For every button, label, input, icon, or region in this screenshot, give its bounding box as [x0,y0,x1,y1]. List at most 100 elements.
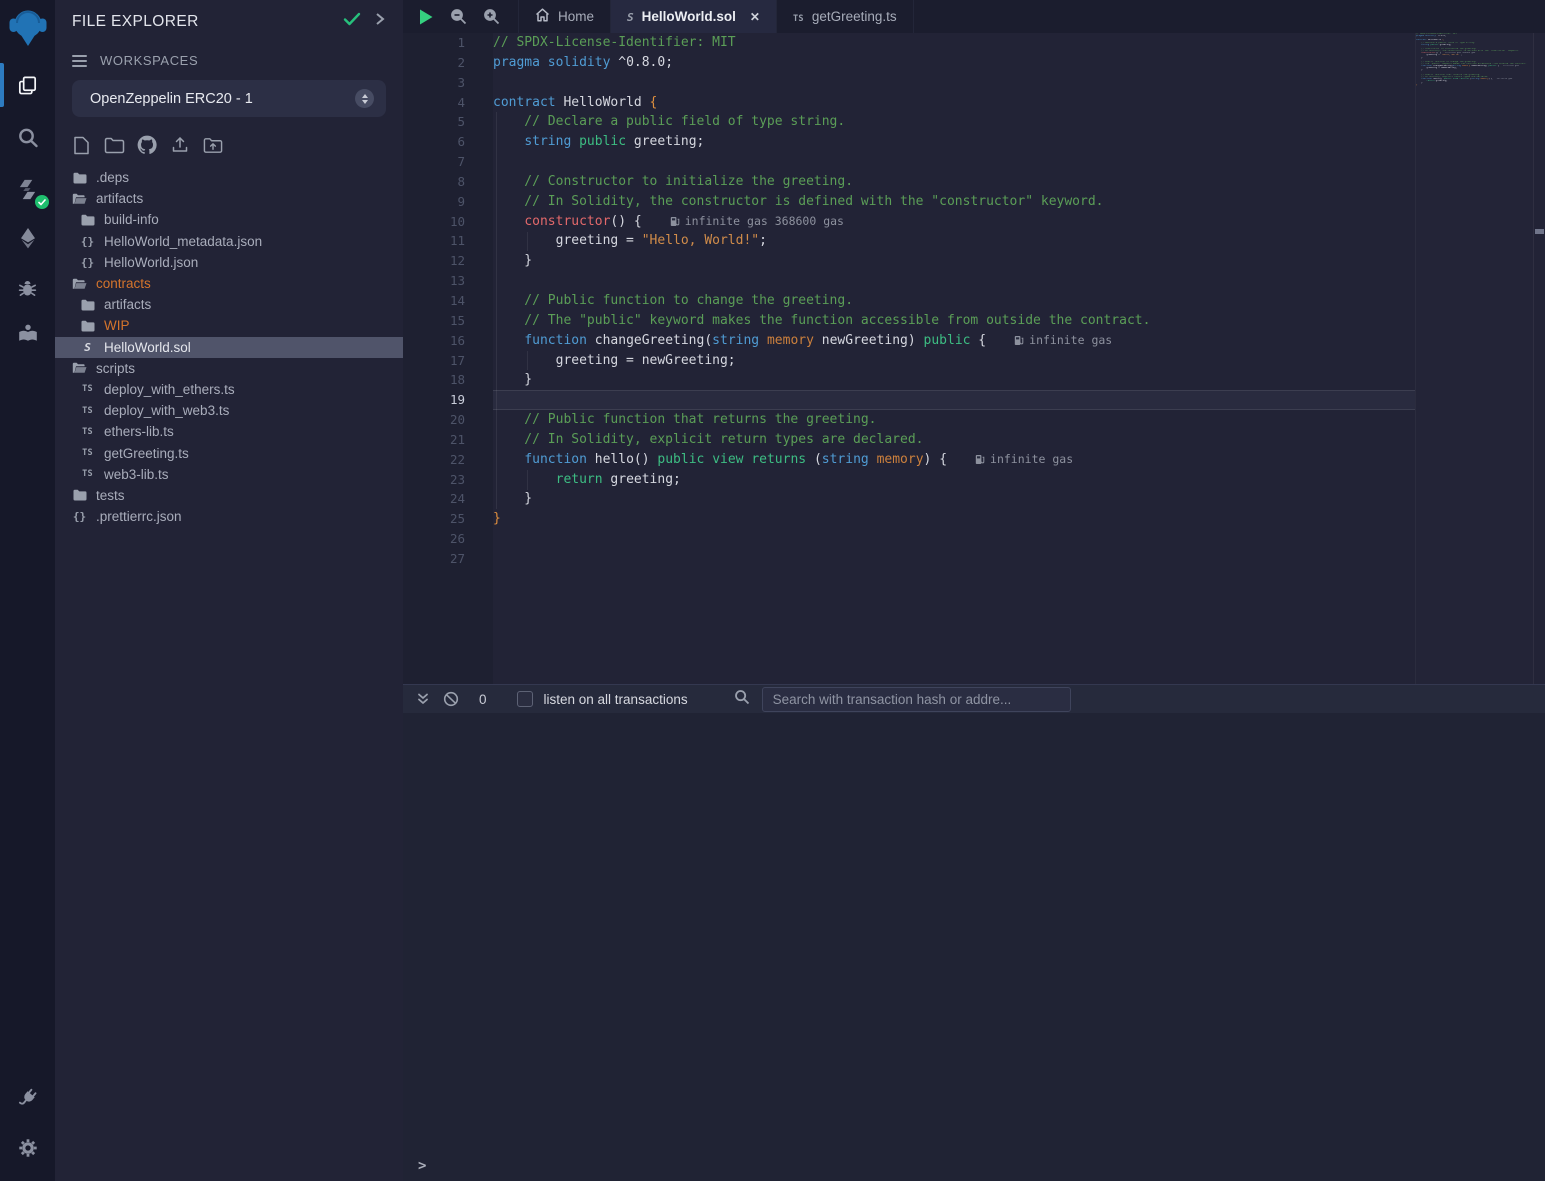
line-number: 22 [403,450,493,470]
editor-scrollbar[interactable] [1533,33,1545,684]
code-line-2: pragma solidity ^0.8.0; [493,53,1415,73]
tree-item-label: deploy_with_web3.ts [104,403,229,418]
indent-guide [527,232,528,252]
code-area[interactable]: // SPDX-License-Identifier: MITpragma so… [493,33,1415,684]
accept-check-icon[interactable] [343,12,361,31]
new-file-icon[interactable] [69,134,93,156]
terminal-body[interactable]: > [403,713,1545,1180]
code-line-24: } [493,489,1415,509]
search-icon[interactable] [0,119,55,157]
workspaces-row: WORKSPACES [55,53,403,68]
expand-terminal-icon[interactable] [409,692,437,706]
code-line-1: // SPDX-License-Identifier: MIT [493,33,1415,53]
tree-item-tests[interactable]: tests [55,485,403,506]
line-number: 10 [403,212,493,232]
remix-logo[interactable] [0,5,55,49]
plugin-manager-icon[interactable] [0,1079,55,1117]
debugger-icon[interactable] [0,268,55,306]
editor-gutter[interactable]: 1234567891011121314151617181920212223242… [403,33,493,684]
close-tab-icon[interactable]: ✕ [750,10,760,24]
tree-item-web3-lib-ts[interactable]: TS web3-lib.ts [55,464,403,485]
tree-item-helloworld-metadata-json[interactable]: {}HelloWorld_metadata.json [55,231,403,252]
run-script-icon[interactable] [409,0,442,33]
terminal-search-input[interactable] [762,687,1071,712]
tree-item-label: deploy_with_ethers.ts [104,382,235,397]
workspaces-menu-icon[interactable] [72,55,87,67]
code-line-21: // In Solidity, explicit return types ar… [493,430,1415,450]
tree-item-label: .prettierrc.json [96,509,182,524]
solidity-compiler-icon[interactable] [0,170,55,208]
code-line-5: // Declare a public field of type string… [493,112,1415,132]
ts-icon: TS [80,469,95,479]
folder-icon [80,320,95,332]
compiled-check-badge [35,195,49,209]
tab-helloworld-sol[interactable]: SHelloWorld.sol✕ [611,0,777,33]
tree-item-artifacts[interactable]: artifacts [55,188,403,209]
code-line-6: string public greeting; [493,132,1415,152]
code-editor[interactable]: 1234567891011121314151617181920212223242… [403,33,1545,684]
upload-file-icon[interactable] [168,134,192,156]
file-explorer-icon[interactable] [0,66,55,104]
tree-item-contracts[interactable]: contracts [55,273,403,294]
tree-item-getgreeting-ts[interactable]: TSgetGreeting.ts [55,442,403,463]
code-line-9: // In Solidity, the constructor is defin… [493,192,1415,212]
tree-item-ethers-lib-ts[interactable]: TSethers-lib.ts [55,421,403,442]
code-line-3 [493,73,1415,93]
workspace-select[interactable]: OpenZeppelin ERC20 - 1 [72,80,386,117]
deploy-and-run-icon[interactable] [0,219,55,257]
clear-console-icon[interactable] [437,691,465,707]
chevron-right-icon[interactable] [375,12,385,31]
tab-getgreeting-ts[interactable]: TSgetGreeting.ts [777,0,914,33]
terminal-prompt[interactable]: > [418,1158,426,1174]
line-number: 19 [403,390,493,410]
code-line-18: } [493,370,1415,390]
solidity-unit-testing-icon[interactable] [0,315,55,353]
line-number: 20 [403,410,493,430]
listen-transactions-label: listen on all transactions [544,692,688,707]
code-line-25: } [493,509,1415,529]
line-number: 1 [403,33,493,53]
code-line-23: return greeting; [493,470,1415,490]
line-number: 7 [403,152,493,172]
settings-icon[interactable] [0,1129,55,1167]
activity-bar [0,0,55,1181]
tree-item-deploy-with-ethers-ts[interactable]: TS deploy_with_ethers.ts [55,379,403,400]
line-number: 15 [403,311,493,331]
minimap[interactable]: // SPDX-License-Identifier: MITpragma so… [1415,33,1533,684]
tree-item-label: web3-lib.ts [104,467,169,482]
terminal-bar: 0 listen on all transactions [403,684,1545,713]
tree-item-artifacts[interactable]: artifacts [55,294,403,315]
new-folder-icon[interactable] [102,134,126,156]
scrollbar-handle[interactable] [1535,229,1544,234]
tree-item-helloworld-json[interactable]: {}HelloWorld.json [55,252,403,273]
tree-item-label: .deps [96,170,129,185]
code-line-20: // Public function that returns the gree… [493,410,1415,430]
tree-item-build-info[interactable]: build-info [55,209,403,230]
code-line-26 [493,529,1415,549]
line-number: 5 [403,112,493,132]
upload-folder-icon[interactable] [201,134,225,156]
folder-icon [72,172,87,184]
tree-item-deploy-with-web3-ts[interactable]: TSdeploy_with_web3.ts [55,400,403,421]
tab-home[interactable]: Home [518,0,611,33]
tree-item-label: HelloWorld.json [104,255,198,270]
listen-transactions-checkbox[interactable] [517,691,533,707]
tree-item-helloworld-sol[interactable]: SHelloWorld.sol [55,337,403,358]
line-number: 13 [403,271,493,291]
tree-item--prettierrc-json[interactable]: {}.prettierrc.json [55,506,403,527]
github-clone-icon[interactable] [135,134,159,156]
file-explorer-panel: FILE EXPLORER WORKSPACES OpenZeppelin ER… [55,0,403,1181]
zoom-out-icon[interactable] [442,0,475,33]
folder-icon [80,214,95,226]
zoom-in-icon[interactable] [475,0,508,33]
ts-icon: TS [80,384,95,394]
code-line-27 [493,549,1415,569]
line-number: 4 [403,93,493,113]
indent-guide [496,112,497,509]
tree-item--deps[interactable]: .deps [55,167,403,188]
line-number: 25 [403,509,493,529]
tree-item-wip[interactable]: WIP [55,315,403,336]
tree-item-scripts[interactable]: scripts [55,358,403,379]
workspaces-label: WORKSPACES [100,53,198,68]
tab-label: HelloWorld.sol [642,9,736,24]
